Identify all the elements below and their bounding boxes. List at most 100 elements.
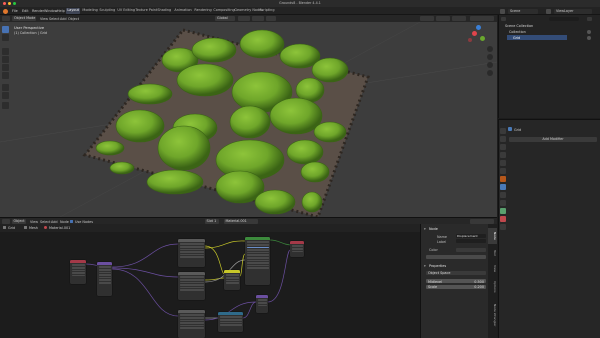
node-normal-map[interactable] <box>218 312 243 332</box>
midlevel-field[interactable]: Midlevel 0.500 <box>426 279 486 284</box>
collapse-chevron-icon[interactable]: ▾ <box>424 227 426 231</box>
physics-tab-icon[interactable] <box>500 200 506 206</box>
maximize-window-button[interactable] <box>13 1 17 6</box>
workspace-tab-shading[interactable]: Shading <box>156 8 173 14</box>
transform-orientation-selector[interactable]: Global <box>215 16 235 21</box>
outliner-item-collection[interactable]: Collection <box>509 30 526 34</box>
menu-help[interactable]: Help <box>57 9 65 13</box>
menu-render[interactable]: Render <box>32 9 44 13</box>
menu-edit[interactable]: Edit <box>22 9 29 13</box>
node-section-title[interactable]: Node <box>429 227 438 231</box>
workspace-tab-modeling[interactable]: Modeling <box>81 8 99 14</box>
node-mapping[interactable] <box>97 262 112 296</box>
scale-field[interactable]: Scale 0.200 <box>426 284 486 289</box>
node-material-output[interactable] <box>290 241 304 257</box>
viewport-menu-object[interactable]: Object <box>68 17 79 21</box>
node-color-swatch[interactable] <box>456 247 486 252</box>
editor-type-button[interactable] <box>2 16 10 21</box>
node-menu-add[interactable]: Add <box>51 220 58 224</box>
node-image-texture-2[interactable] <box>178 272 205 300</box>
gizmo-x-axis-icon[interactable] <box>472 31 477 36</box>
data-tab-icon[interactable] <box>500 208 506 214</box>
gizmo-neg-x-icon[interactable] <box>468 38 472 42</box>
space-selector[interactable]: Object Space <box>426 271 486 276</box>
move-tool-icon[interactable] <box>2 48 9 55</box>
workspace-tab-scripting[interactable]: Scripting <box>258 8 276 14</box>
overlay-toggle-button[interactable] <box>452 16 466 21</box>
pivot-point-button[interactable] <box>238 16 250 21</box>
gizmo-z-axis-icon[interactable] <box>476 25 481 30</box>
viewport-menu-select[interactable]: Select <box>49 17 59 21</box>
output-tab-icon[interactable] <box>500 144 506 150</box>
outliner-item-grid[interactable]: Grid <box>513 36 520 40</box>
view-layer-selector[interactable]: ViewLayer <box>554 8 592 14</box>
node-texture-coordinate[interactable] <box>70 260 86 284</box>
visibility-button[interactable] <box>420 16 434 21</box>
node-image-texture-1[interactable] <box>178 239 205 267</box>
view-layer-tab-icon[interactable] <box>500 152 506 158</box>
sidebar-tab-view[interactable]: View <box>488 262 497 276</box>
world-tab-icon[interactable] <box>500 168 506 174</box>
shading-mode-buttons[interactable] <box>470 16 494 21</box>
visibility-eye-icon-grid[interactable] <box>587 35 591 40</box>
transform-tool-icon[interactable] <box>2 72 9 79</box>
node-label-field[interactable] <box>456 239 486 244</box>
close-window-button[interactable] <box>3 1 7 6</box>
select-tool-icon[interactable] <box>2 26 9 33</box>
gizmo-toggle-button[interactable] <box>436 16 450 21</box>
scene-selector[interactable]: Scene <box>508 8 538 14</box>
annotate-tool-icon[interactable] <box>2 84 9 91</box>
node-editor-canvas[interactable] <box>0 232 420 338</box>
rotate-tool-icon[interactable] <box>2 56 9 63</box>
sidebar-tab-options[interactable]: Options <box>488 278 497 296</box>
menu-file[interactable]: File <box>12 9 18 13</box>
node-principled-bsdf[interactable] <box>245 237 270 285</box>
pan-hand-icon[interactable] <box>487 54 493 60</box>
workspace-tab-sculpting[interactable]: Sculpting <box>98 8 117 14</box>
workspace-tab-texture-paint[interactable]: Texture Paint <box>134 8 159 14</box>
breadcrumb-object[interactable]: Grid <box>8 226 15 230</box>
zoom-icon[interactable] <box>487 46 493 52</box>
snap-button[interactable] <box>252 16 264 21</box>
viewport-menu-add[interactable]: Add <box>60 17 67 21</box>
sidebar-tab-node[interactable]: Node <box>488 228 497 244</box>
camera-view-icon[interactable] <box>487 62 493 68</box>
outliner-scene-collection[interactable]: Scene Collection <box>505 24 533 28</box>
tool-tab-icon[interactable] <box>500 128 506 134</box>
breadcrumb-material[interactable]: Material.001 <box>49 226 70 230</box>
particles-tab-icon[interactable] <box>500 192 506 198</box>
node-menu-view[interactable]: View <box>30 220 38 224</box>
workspace-tab-layout[interactable]: Layout <box>66 8 81 14</box>
workspace-tab-animation[interactable]: Animation <box>173 8 193 14</box>
blender-logo-icon[interactable] <box>3 8 8 14</box>
proportional-edit-button[interactable] <box>266 16 276 21</box>
outliner-search-input[interactable] <box>549 16 579 21</box>
properties-section-title[interactable]: Properties <box>429 264 446 268</box>
node-mix[interactable] <box>224 270 240 290</box>
material-tab-icon[interactable] <box>500 216 506 222</box>
node-menu-node[interactable]: Node <box>60 220 69 224</box>
outliner-editor-type-button[interactable] <box>501 16 506 21</box>
collapse-chevron-icon-2[interactable]: ▾ <box>424 264 426 268</box>
object-tab-icon[interactable] <box>500 176 506 182</box>
viewport-3d[interactable]: User Perspective (1) Collection | Grid <box>0 22 497 217</box>
modifier-tab-icon[interactable] <box>500 184 506 190</box>
perspective-toggle-icon[interactable] <box>487 70 493 76</box>
add-modifier-button[interactable]: Add Modifier <box>509 137 597 142</box>
menu-window[interactable]: Window <box>44 9 57 13</box>
texture-tab-icon[interactable] <box>500 224 506 230</box>
breadcrumb-mesh[interactable]: Mesh <box>29 226 38 230</box>
render-tab-icon[interactable] <box>500 136 506 142</box>
sidebar-tab-node-wrangler[interactable]: Node Wrangler <box>488 298 497 332</box>
workspace-tab-rendering[interactable]: Rendering <box>193 8 213 14</box>
gizmo-y-axis-icon[interactable] <box>480 36 485 41</box>
node-color-bar[interactable] <box>426 255 486 260</box>
viewport-menu-view[interactable]: View <box>40 17 48 21</box>
scale-tool-icon[interactable] <box>2 64 9 71</box>
mode-selector[interactable]: Object Mode <box>12 16 36 21</box>
cursor-tool-icon[interactable] <box>2 34 9 41</box>
measure-tool-icon[interactable] <box>2 92 9 99</box>
node-bump[interactable] <box>256 295 268 313</box>
use-nodes-checkbox[interactable] <box>70 220 73 223</box>
visibility-eye-icon[interactable] <box>587 30 591 34</box>
